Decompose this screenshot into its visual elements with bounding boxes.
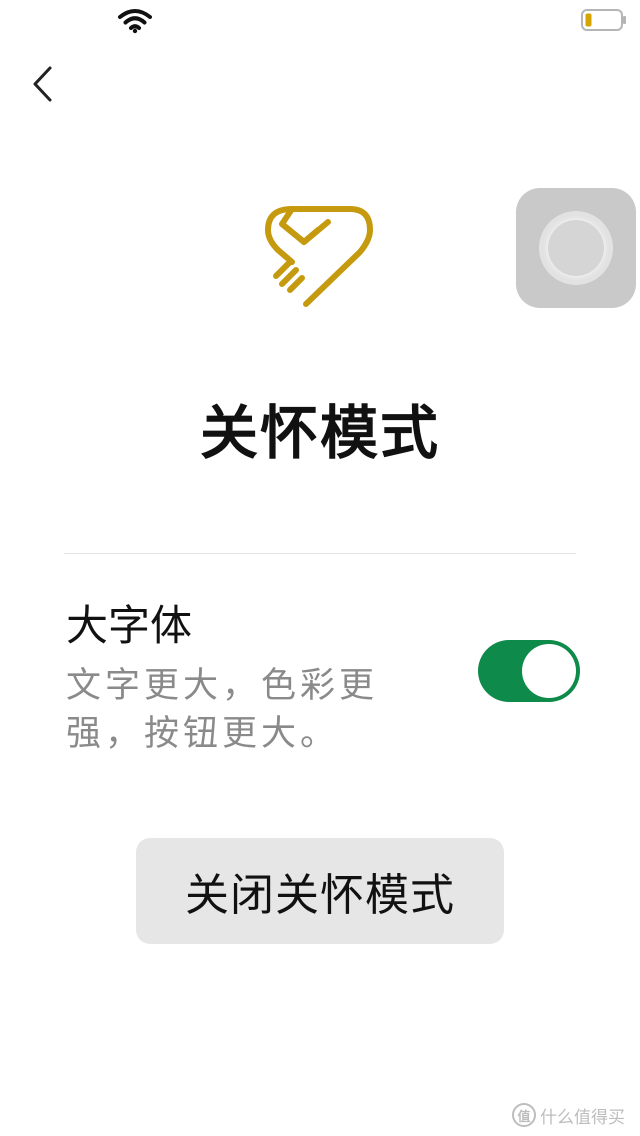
divider: [64, 553, 576, 554]
close-care-mode-button[interactable]: 关闭关怀模式: [136, 838, 504, 944]
battery-low-icon: [581, 9, 626, 31]
watermark-text: 什么值得买: [540, 1107, 625, 1128]
assistive-touch-button[interactable]: [516, 188, 636, 308]
watermark: 值 什么值得买: [512, 1102, 625, 1128]
large-font-setting-description: 文字更大，色彩更强，按钮更大。: [66, 666, 379, 754]
heart-hand-icon: [265, 206, 373, 307]
large-font-toggle[interactable]: [478, 640, 580, 702]
large-font-setting-title: 大字体: [66, 601, 193, 650]
page-title: 关怀模式: [199, 399, 440, 467]
wifi-icon: [118, 9, 152, 34]
chevron-left-icon: [33, 66, 52, 102]
toggle-knob: [522, 644, 576, 698]
care-mode-screen: 关怀模式 大字体 文字更大，色彩更强，按钮更大。 关闭关怀模式 值 什么值得买: [0, 0, 640, 1136]
back-button[interactable]: [22, 62, 62, 106]
watermark-logo-icon: 值: [512, 1103, 536, 1127]
status-bar: [0, 0, 640, 40]
close-care-mode-label: 关闭关怀模式: [185, 870, 455, 921]
assistive-touch-icon: [539, 211, 613, 285]
